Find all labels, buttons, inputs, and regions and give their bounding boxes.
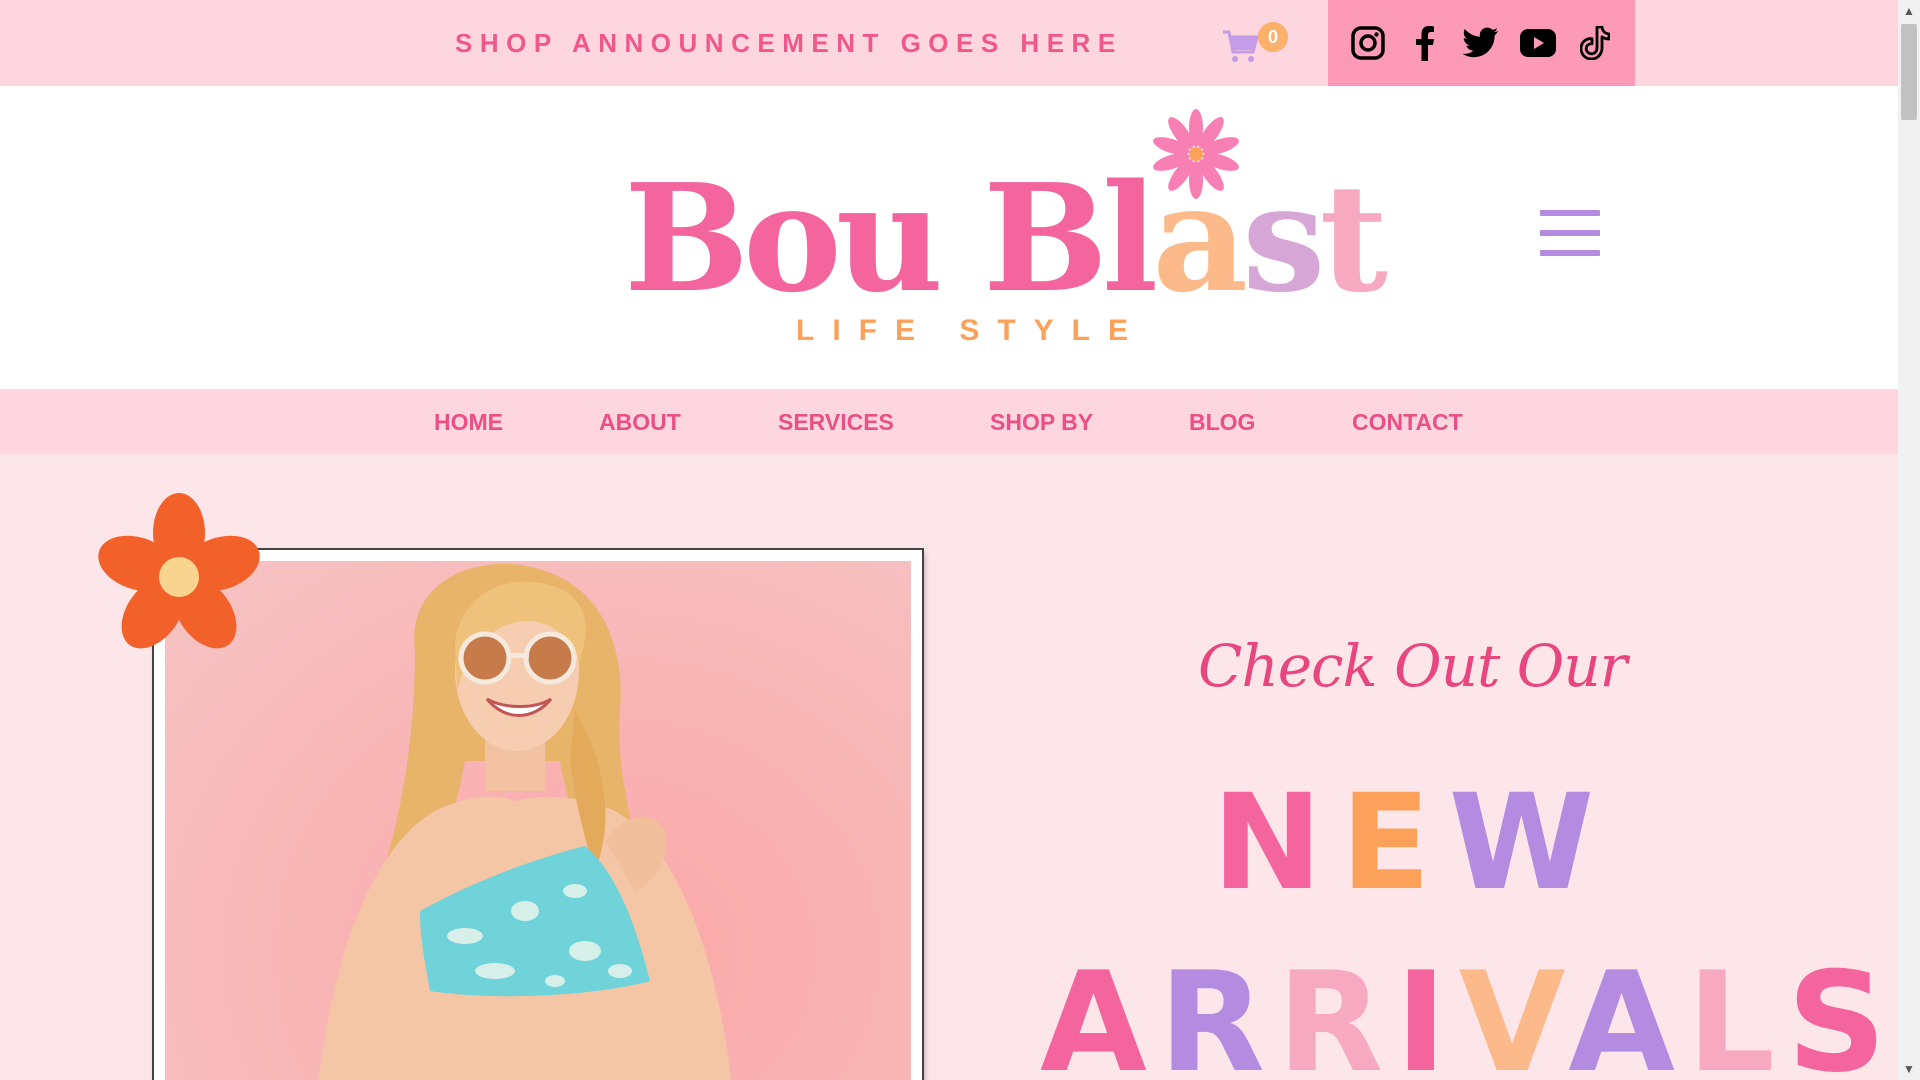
social-links [1328, 0, 1635, 86]
hero-script-heading: Check Out Our [1198, 632, 1627, 700]
nav-item-about[interactable]: ABOUT [599, 409, 681, 436]
scroll-down-arrow-icon[interactable]: ▼ [1898, 1058, 1920, 1080]
youtube-icon[interactable] [1518, 23, 1558, 63]
scroll-thumb[interactable] [1901, 24, 1917, 120]
nav-item-services[interactable]: SERVICES [778, 409, 894, 436]
hero-photo [165, 561, 911, 1080]
hamburger-menu-icon[interactable] [1540, 210, 1600, 266]
hero-section: Check Out Our NEW ARRIVALS [0, 454, 1898, 1080]
headline-letter: A [1040, 942, 1159, 1080]
headline-letter: A [1568, 942, 1687, 1080]
logo-subtitle: LIFE STYLE [796, 314, 1147, 347]
headline-letter: S [1786, 942, 1898, 1080]
headline-letter: I [1395, 942, 1459, 1080]
main-nav: HOME ABOUT SERVICES SHOP BY BLOG CONTACT [0, 389, 1898, 454]
headline-letter: E [1340, 766, 1449, 920]
cart-icon [1223, 30, 1259, 62]
headline-letter: V [1458, 942, 1569, 1080]
brand-logo[interactable]: Bou Blast LIFE STYLE [620, 106, 1388, 376]
tiktok-icon[interactable] [1575, 23, 1615, 63]
nav-item-contact[interactable]: CONTACT [1352, 409, 1463, 436]
hero-headline-arrivals: ARRIVALS [1040, 942, 1898, 1080]
logo-part-t: t [1319, 151, 1388, 325]
logo-part-a: a [1152, 151, 1248, 325]
twitter-icon[interactable] [1461, 23, 1501, 63]
announcement-bar: SHOP ANNOUNCEMENT GOES HERE 0 [0, 0, 1898, 86]
headline-letter: L [1686, 942, 1787, 1080]
hero-photo-frame [154, 550, 922, 1080]
headline-letter: W [1448, 766, 1613, 920]
logo-part-s: s [1242, 151, 1325, 325]
logo-title: Bou Blast [624, 164, 1388, 312]
headline-letter: R [1158, 942, 1278, 1080]
scroll-up-arrow-icon[interactable]: ▲ [1898, 0, 1920, 22]
headline-letter: R [1277, 942, 1396, 1080]
headline-letter: N [1212, 766, 1341, 920]
logo-part-bou: Bou [624, 151, 983, 325]
nav-item-home[interactable]: HOME [434, 409, 503, 436]
cart-count-badge: 0 [1258, 22, 1288, 52]
page-scrollbar[interactable]: ▲ ▼ [1898, 0, 1920, 1080]
shop-announcement: SHOP ANNOUNCEMENT GOES HERE [455, 28, 1123, 58]
logo-part-bl: Bl [982, 151, 1158, 325]
orange-flower-icon [98, 493, 260, 649]
hero-headline-new: NEW [1212, 766, 1612, 920]
site-header: Bou Blast LIFE STYLE [0, 86, 1898, 389]
instagram-icon[interactable] [1348, 23, 1388, 63]
nav-item-blog[interactable]: BLOG [1189, 409, 1255, 436]
facebook-icon[interactable] [1405, 23, 1445, 63]
nav-item-shop-by[interactable]: SHOP BY [990, 409, 1093, 436]
cart-button[interactable]: 0 [1218, 22, 1288, 70]
model-illustration [318, 563, 732, 1080]
